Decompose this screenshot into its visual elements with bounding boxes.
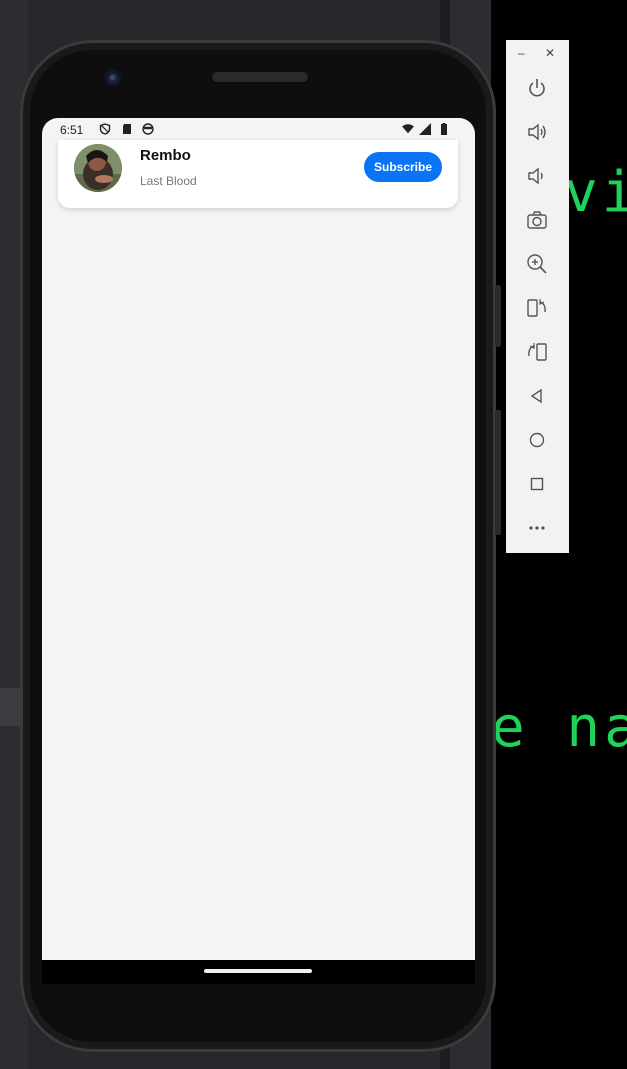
phone-volume-button[interactable] bbox=[495, 410, 501, 535]
camera-icon[interactable] bbox=[525, 208, 549, 232]
card-subtitle: Last Blood bbox=[140, 174, 197, 188]
minimize-button[interactable]: – bbox=[518, 46, 525, 60]
earpiece-speaker bbox=[212, 72, 308, 82]
terminal-text-line2: e na bbox=[491, 695, 627, 760]
phone-side-button[interactable] bbox=[495, 285, 501, 347]
battery-icon bbox=[441, 123, 447, 135]
more-icon[interactable] bbox=[525, 516, 549, 540]
sd-card-icon bbox=[123, 124, 131, 134]
close-button[interactable]: ✕ bbox=[545, 46, 555, 60]
cell-signal-icon bbox=[419, 123, 431, 135]
phone-screen: 6:51 Rembo Last Blood Subscribe bbox=[42, 118, 475, 960]
rotate-left-icon[interactable] bbox=[525, 296, 549, 320]
home-gesture-pill[interactable] bbox=[204, 969, 312, 973]
subscription-card: Rembo Last Blood Subscribe bbox=[58, 140, 458, 208]
zoom-in-icon[interactable] bbox=[525, 252, 549, 276]
overview-icon[interactable] bbox=[525, 472, 549, 496]
back-icon[interactable] bbox=[525, 384, 549, 408]
subscribe-button[interactable]: Subscribe bbox=[364, 152, 442, 182]
terminal-text-line1: vi bbox=[564, 160, 627, 225]
volume-down-icon[interactable] bbox=[525, 164, 549, 188]
power-icon[interactable] bbox=[525, 76, 549, 100]
volume-up-icon[interactable] bbox=[525, 120, 549, 144]
emulator-toolbar: – ✕ bbox=[506, 40, 569, 553]
status-time: 6:51 bbox=[60, 123, 84, 137]
avatar[interactable] bbox=[74, 144, 122, 192]
card-title: Rembo bbox=[140, 147, 191, 164]
navigation-bar bbox=[42, 960, 475, 984]
face-icon bbox=[142, 123, 154, 135]
front-camera bbox=[105, 70, 121, 86]
shield-icon bbox=[99, 123, 111, 135]
rotate-right-icon[interactable] bbox=[525, 340, 549, 364]
ide-panel-marker bbox=[0, 688, 20, 726]
home-icon[interactable] bbox=[525, 428, 549, 452]
wifi-icon bbox=[402, 124, 414, 134]
status-bar: 6:51 bbox=[42, 118, 475, 142]
